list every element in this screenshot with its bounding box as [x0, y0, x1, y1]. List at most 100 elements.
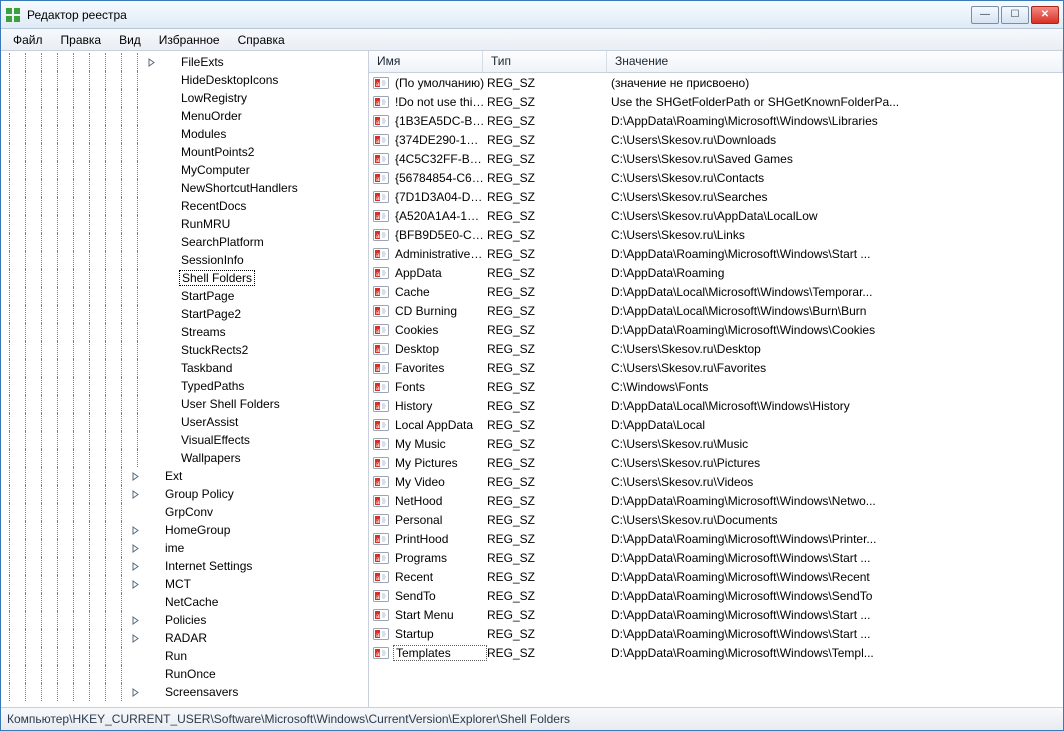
tree-item[interactable]: RunMRU: [1, 215, 368, 233]
value-name: My Video: [393, 475, 487, 489]
value-row[interactable]: My MusicREG_SZC:\Users\Skesov.ru\Music: [369, 434, 1063, 453]
tree-item[interactable]: StuckRects2: [1, 341, 368, 359]
column-value[interactable]: Значение: [607, 51, 1063, 72]
value-data: D:\AppData\Roaming\Microsoft\Windows\Sta…: [611, 608, 1063, 622]
tree-item[interactable]: StartPage2: [1, 305, 368, 323]
column-name[interactable]: Имя: [369, 51, 483, 72]
value-row[interactable]: SendToREG_SZD:\AppData\Roaming\Microsoft…: [369, 586, 1063, 605]
expand-toggle-icon[interactable]: [129, 614, 141, 626]
tree-item[interactable]: Modules: [1, 125, 368, 143]
value-data: (значение не присвоено): [611, 76, 1063, 90]
tree-item[interactable]: LowRegistry: [1, 89, 368, 107]
tree-item[interactable]: TypedPaths: [1, 377, 368, 395]
tree-item[interactable]: RecentDocs: [1, 197, 368, 215]
value-row[interactable]: FavoritesREG_SZC:\Users\Skesov.ru\Favori…: [369, 358, 1063, 377]
tree-item[interactable]: RunOnce: [1, 665, 368, 683]
expand-toggle-icon[interactable]: [129, 578, 141, 590]
value-type: REG_SZ: [487, 171, 611, 185]
tree-item[interactable]: NewShortcutHandlers: [1, 179, 368, 197]
expand-toggle-icon[interactable]: [129, 488, 141, 500]
value-type: REG_SZ: [487, 627, 611, 641]
tree-item[interactable]: Shell Folders: [1, 269, 368, 287]
value-row[interactable]: {4C5C32FF-BB9...REG_SZC:\Users\Skesov.ru…: [369, 149, 1063, 168]
maximize-button[interactable]: ☐: [1001, 6, 1029, 24]
expand-toggle-icon[interactable]: [129, 524, 141, 536]
menu-file[interactable]: Файл: [5, 31, 51, 49]
tree-item[interactable]: VisualEffects: [1, 431, 368, 449]
close-button[interactable]: ✕: [1031, 6, 1059, 24]
tree-item[interactable]: Streams: [1, 323, 368, 341]
menu-view[interactable]: Вид: [111, 31, 149, 49]
tree-item[interactable]: SearchPlatform: [1, 233, 368, 251]
tree-item[interactable]: MCT: [1, 575, 368, 593]
value-row[interactable]: Start MenuREG_SZD:\AppData\Roaming\Micro…: [369, 605, 1063, 624]
tree-item[interactable]: HideDesktopIcons: [1, 71, 368, 89]
value-row[interactable]: CookiesREG_SZD:\AppData\Roaming\Microsof…: [369, 320, 1063, 339]
value-row[interactable]: Administrative T...REG_SZD:\AppData\Roam…: [369, 244, 1063, 263]
tree-item[interactable]: RADAR: [1, 629, 368, 647]
tree-item[interactable]: Group Policy: [1, 485, 368, 503]
value-row[interactable]: My VideoREG_SZC:\Users\Skesov.ru\Videos: [369, 472, 1063, 491]
value-row[interactable]: StartupREG_SZD:\AppData\Roaming\Microsof…: [369, 624, 1063, 643]
tree-item[interactable]: MenuOrder: [1, 107, 368, 125]
menu-favorites[interactable]: Избранное: [151, 31, 228, 49]
tree-item[interactable]: GrpConv: [1, 503, 368, 521]
tree-item[interactable]: MountPoints2: [1, 143, 368, 161]
expand-toggle-icon[interactable]: [129, 560, 141, 572]
value-row[interactable]: (По умолчанию)REG_SZ(значение не присвое…: [369, 73, 1063, 92]
value-row[interactable]: FontsREG_SZC:\Windows\Fonts: [369, 377, 1063, 396]
value-row[interactable]: {374DE290-123F...REG_SZC:\Users\Skesov.r…: [369, 130, 1063, 149]
tree-item[interactable]: StartPage: [1, 287, 368, 305]
column-type[interactable]: Тип: [483, 51, 607, 72]
value-row[interactable]: {56784854-C6CB...REG_SZC:\Users\Skesov.r…: [369, 168, 1063, 187]
value-name: Desktop: [393, 342, 487, 356]
expand-toggle-icon[interactable]: [129, 632, 141, 644]
tree-item[interactable]: HomeGroup: [1, 521, 368, 539]
value-row[interactable]: PrintHoodREG_SZD:\AppData\Roaming\Micros…: [369, 529, 1063, 548]
key-tree[interactable]: FileExtsHideDesktopIconsLowRegistryMenuO…: [1, 51, 369, 707]
value-row[interactable]: {A520A1A4-1780...REG_SZC:\Users\Skesov.r…: [369, 206, 1063, 225]
value-row[interactable]: {7D1D3A04-DEB...REG_SZC:\Users\Skesov.ru…: [369, 187, 1063, 206]
tree-item[interactable]: UserAssist: [1, 413, 368, 431]
expand-toggle-icon[interactable]: [129, 686, 141, 698]
value-row[interactable]: ProgramsREG_SZD:\AppData\Roaming\Microso…: [369, 548, 1063, 567]
menu-help[interactable]: Справка: [230, 31, 293, 49]
tree-item[interactable]: FileExts: [1, 53, 368, 71]
tree-item[interactable]: MyComputer: [1, 161, 368, 179]
expand-toggle-icon[interactable]: [129, 542, 141, 554]
tree-item[interactable]: Screensavers: [1, 683, 368, 701]
tree-item[interactable]: Ext: [1, 467, 368, 485]
tree-item-label: Wallpapers: [179, 451, 243, 465]
minimize-button[interactable]: —: [971, 6, 999, 24]
tree-item[interactable]: Taskband: [1, 359, 368, 377]
tree-item[interactable]: Wallpapers: [1, 449, 368, 467]
value-row[interactable]: CacheREG_SZD:\AppData\Local\Microsoft\Wi…: [369, 282, 1063, 301]
tree-item[interactable]: Run: [1, 647, 368, 665]
tree-item[interactable]: ime: [1, 539, 368, 557]
value-row[interactable]: DesktopREG_SZC:\Users\Skesov.ru\Desktop: [369, 339, 1063, 358]
menu-edit[interactable]: Правка: [53, 31, 110, 49]
tree-item[interactable]: Policies: [1, 611, 368, 629]
value-row[interactable]: RecentREG_SZD:\AppData\Roaming\Microsoft…: [369, 567, 1063, 586]
value-row[interactable]: CD BurningREG_SZD:\AppData\Local\Microso…: [369, 301, 1063, 320]
expand-toggle-icon[interactable]: [129, 470, 141, 482]
tree-item[interactable]: User Shell Folders: [1, 395, 368, 413]
value-row[interactable]: {BFB9D5E0-C6A...REG_SZC:\Users\Skesov.ru…: [369, 225, 1063, 244]
expand-toggle-icon[interactable]: [145, 56, 157, 68]
value-row[interactable]: Local AppDataREG_SZD:\AppData\Local: [369, 415, 1063, 434]
value-row[interactable]: TemplatesREG_SZD:\AppData\Roaming\Micros…: [369, 643, 1063, 662]
value-row[interactable]: NetHoodREG_SZD:\AppData\Roaming\Microsof…: [369, 491, 1063, 510]
tree-item[interactable]: NetCache: [1, 593, 368, 611]
titlebar[interactable]: Редактор реестра — ☐ ✕: [1, 1, 1063, 29]
value-type: REG_SZ: [487, 76, 611, 90]
value-data: C:\Users\Skesov.ru\Saved Games: [611, 152, 1063, 166]
value-row[interactable]: AppDataREG_SZD:\AppData\Roaming: [369, 263, 1063, 282]
tree-item[interactable]: SessionInfo: [1, 251, 368, 269]
value-row[interactable]: PersonalREG_SZC:\Users\Skesov.ru\Documen…: [369, 510, 1063, 529]
value-row[interactable]: !Do not use this ...REG_SZUse the SHGetF…: [369, 92, 1063, 111]
value-row[interactable]: {1B3EA5DC-B58...REG_SZD:\AppData\Roaming…: [369, 111, 1063, 130]
value-row[interactable]: My PicturesREG_SZC:\Users\Skesov.ru\Pict…: [369, 453, 1063, 472]
tree-item[interactable]: Internet Settings: [1, 557, 368, 575]
value-row[interactable]: HistoryREG_SZD:\AppData\Local\Microsoft\…: [369, 396, 1063, 415]
value-list[interactable]: (По умолчанию)REG_SZ(значение не присвое…: [369, 73, 1063, 707]
